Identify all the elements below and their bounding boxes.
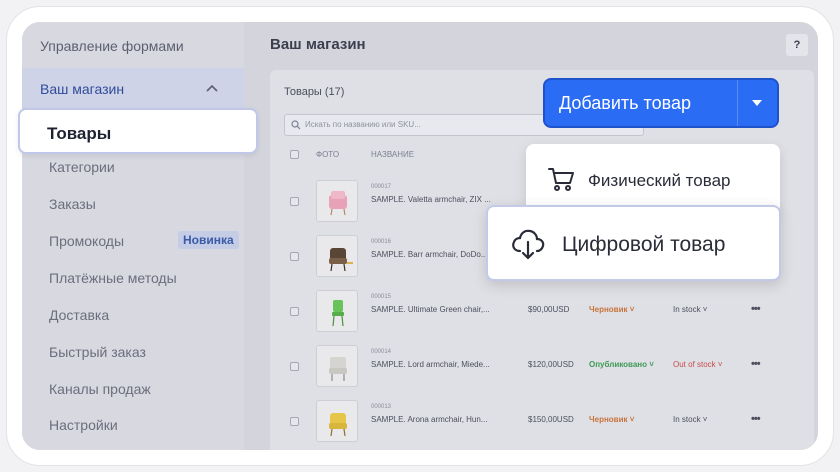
product-price: $90,00USD bbox=[528, 305, 570, 314]
row-checkbox[interactable] bbox=[290, 417, 299, 426]
sidebar-item-quick-order[interactable]: Быстрый заказ bbox=[49, 344, 146, 360]
row-checkbox[interactable] bbox=[290, 197, 299, 206]
column-header-photo: ФОТО bbox=[316, 150, 340, 159]
product-name[interactable]: SAMPLE. Valetta armchair, ZIX ... bbox=[371, 195, 491, 204]
table-row[interactable]: 000014 SAMPLE. Lord armchair, Miede... $… bbox=[270, 339, 814, 394]
digital-product-label: Цифровой товар bbox=[562, 233, 726, 256]
stock-dropdown[interactable]: In stock ˅ bbox=[673, 415, 707, 424]
sidebar-item-settings[interactable]: Настройки bbox=[49, 417, 118, 433]
sidebar-item-categories[interactable]: Категории bbox=[49, 159, 115, 175]
more-actions-icon[interactable]: ••• bbox=[751, 358, 761, 370]
sidebar-item-delivery[interactable]: Доставка bbox=[49, 307, 109, 323]
sidebar: Управление формами Ваш магазин Категории… bbox=[22, 22, 244, 450]
product-name[interactable]: SAMPLE. Lord armchair, Miede... bbox=[371, 360, 490, 369]
table-row[interactable]: 000015 SAMPLE. Ultimate Green chair,... … bbox=[270, 284, 814, 339]
sidebar-title: Управление формами bbox=[40, 38, 184, 54]
page-title: Ваш магазин bbox=[270, 36, 366, 53]
status-dropdown[interactable]: Черновик ˅ bbox=[589, 305, 634, 314]
column-header-name: НАЗВАНИЕ bbox=[371, 150, 415, 159]
caret-down-icon[interactable] bbox=[751, 99, 763, 107]
product-price: $150,00USD bbox=[528, 415, 574, 424]
product-sku: 000013 bbox=[371, 404, 392, 410]
product-thumbnail bbox=[316, 345, 358, 387]
armchair-image bbox=[329, 191, 347, 216]
row-checkbox[interactable] bbox=[290, 252, 299, 261]
product-name[interactable]: SAMPLE. Ultimate Green chair,... bbox=[371, 305, 490, 314]
product-thumbnail bbox=[316, 235, 358, 277]
sidebar-section-label: Ваш магазин bbox=[40, 81, 125, 97]
armchair-image bbox=[329, 248, 353, 272]
cart-icon bbox=[548, 168, 574, 191]
search-icon bbox=[291, 120, 301, 130]
status-dropdown[interactable]: Черновик ˅ bbox=[589, 415, 634, 424]
sidebar-item-products[interactable]: Товары bbox=[18, 108, 258, 154]
physical-product-label: Физический товар bbox=[588, 171, 731, 190]
row-checkbox[interactable] bbox=[290, 362, 299, 371]
more-actions-icon[interactable]: ••• bbox=[751, 303, 761, 315]
product-thumbnail bbox=[316, 400, 358, 442]
product-thumbnail bbox=[316, 290, 358, 332]
product-sku: 000017 bbox=[371, 184, 392, 190]
help-button[interactable]: ? bbox=[786, 34, 808, 56]
product-sku: 000014 bbox=[371, 349, 392, 355]
armchair-image bbox=[329, 413, 347, 437]
status-dropdown[interactable]: Опубликовано ˅ bbox=[589, 360, 654, 369]
search-placeholder: Искать по названию или SKU... bbox=[305, 120, 421, 129]
product-sku: 000016 bbox=[371, 239, 392, 245]
add-product-label: Добавить товар bbox=[559, 93, 691, 113]
more-actions-icon[interactable]: ••• bbox=[751, 413, 761, 425]
sidebar-section-store[interactable]: Ваш магазин bbox=[22, 68, 244, 110]
menu-item-digital-product[interactable]: Цифровой товар bbox=[486, 205, 781, 281]
stock-dropdown[interactable]: Out of stock ˅ bbox=[673, 360, 723, 369]
button-divider bbox=[737, 80, 738, 126]
sidebar-item-label: Товары bbox=[47, 124, 112, 143]
sidebar-item-payment-methods[interactable]: Платёжные методы bbox=[49, 270, 177, 286]
sidebar-item-promocodes[interactable]: Промокоды bbox=[49, 233, 124, 249]
armchair-image bbox=[329, 357, 347, 381]
chair-image bbox=[332, 300, 344, 327]
cloud-download-icon bbox=[512, 229, 545, 260]
chevron-up-icon bbox=[206, 84, 218, 92]
row-checkbox[interactable] bbox=[290, 307, 299, 316]
stock-dropdown[interactable]: In stock ˅ bbox=[673, 305, 707, 314]
table-row[interactable]: 000013 SAMPLE. Arona armchair, Hun... $1… bbox=[270, 394, 814, 449]
menu-item-physical-product[interactable]: Физический товар bbox=[526, 144, 780, 214]
product-name[interactable]: SAMPLE. Arona armchair, Hun... bbox=[371, 415, 488, 424]
products-count-title: Товары (17) bbox=[284, 86, 345, 98]
product-name[interactable]: SAMPLE. Barr armchair, DoDo... bbox=[371, 250, 487, 259]
product-thumbnail bbox=[316, 180, 358, 222]
product-price: $120,00USD bbox=[528, 360, 574, 369]
sidebar-item-orders[interactable]: Заказы bbox=[49, 196, 96, 212]
new-badge: Новинка bbox=[178, 231, 239, 249]
sidebar-item-sales-channels[interactable]: Каналы продаж bbox=[49, 381, 151, 397]
add-product-button[interactable]: Добавить товар bbox=[543, 78, 779, 128]
select-all-checkbox[interactable] bbox=[290, 150, 299, 159]
product-sku: 000015 bbox=[371, 294, 392, 300]
